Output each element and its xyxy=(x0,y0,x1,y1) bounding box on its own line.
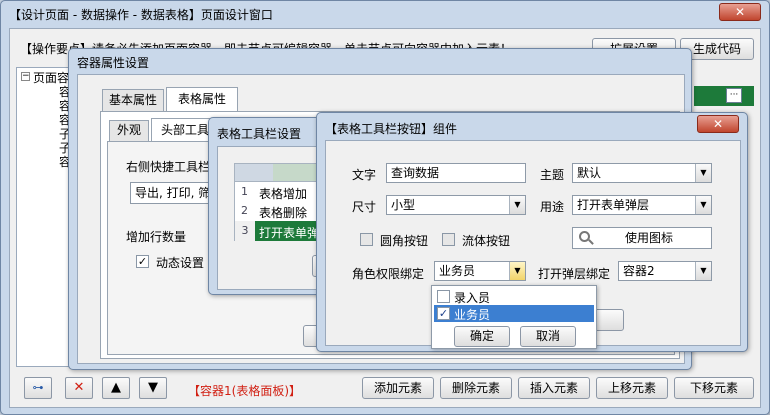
option-label-entry-clerk: 录入员 xyxy=(454,291,491,305)
subtab-appearance[interactable]: 外观 xyxy=(109,120,149,141)
tab-table-properties[interactable]: 表格属性 xyxy=(166,87,238,112)
delete-element-button[interactable]: 删除元素 xyxy=(440,377,512,399)
dynamic-setting-checkbox[interactable]: ✓ xyxy=(136,255,149,268)
role-select[interactable]: 业务员 ▼ xyxy=(434,261,526,281)
fluid-button-checkbox[interactable] xyxy=(442,233,455,246)
role-value: 业务员 xyxy=(439,264,476,278)
row-number: 1 xyxy=(241,185,248,198)
theme-label: 主题 xyxy=(540,168,565,182)
option-checkbox-salesperson[interactable]: ✓ xyxy=(437,307,450,320)
arrow-down-icon: ▼ xyxy=(148,380,158,395)
tree-expander[interactable]: − xyxy=(21,72,30,81)
size-value: 小型 xyxy=(391,198,416,212)
popup-binding-label: 打开弹层绑定 xyxy=(538,267,611,281)
toolbar-window-title: 表格工具栏设置 xyxy=(217,127,302,141)
delete-node-button[interactable]: ✕ xyxy=(65,377,93,399)
size-label: 尺寸 xyxy=(352,200,377,214)
option-checkbox-entry-clerk[interactable] xyxy=(437,290,450,303)
dynamic-setting-label: 动态设置 xyxy=(156,256,205,270)
popup-select[interactable]: 容器2 ▼ xyxy=(618,261,712,281)
theme-value: 默认 xyxy=(577,166,602,180)
dropdown-ok-button[interactable]: 确定 xyxy=(454,326,510,347)
move-up-button[interactable]: ▲ xyxy=(102,377,130,399)
row-number: 2 xyxy=(241,204,248,217)
use-icon-label: 使用图标 xyxy=(625,231,674,245)
rounded-button-checkbox[interactable] xyxy=(360,233,373,246)
more-options-button[interactable]: ··· xyxy=(726,88,742,103)
chevron-down-icon[interactable]: ▼ xyxy=(695,262,711,280)
rounded-button-label: 圆角按钮 xyxy=(380,234,429,248)
delete-x-icon: ✕ xyxy=(73,380,85,395)
tab-basic-properties[interactable]: 基本属性 xyxy=(102,89,164,111)
search-icon-handle xyxy=(588,239,594,245)
text-input[interactable]: 查询数据 xyxy=(386,163,526,183)
role-binding-label: 角色权限绑定 xyxy=(352,267,425,281)
move-up-element-button[interactable]: 上移元素 xyxy=(596,377,668,399)
add-element-button[interactable]: 添加元素 xyxy=(362,377,434,399)
purpose-select[interactable]: 打开表单弹层 ▼ xyxy=(572,195,712,215)
add-row-count-label: 增加行数量 xyxy=(126,230,187,244)
size-select[interactable]: 小型 ▼ xyxy=(386,195,526,215)
main-close-button[interactable]: ✕ xyxy=(719,3,761,21)
chevron-down-icon[interactable]: ▼ xyxy=(695,196,711,214)
chevron-down-icon[interactable]: ▼ xyxy=(695,164,711,182)
component-close-button[interactable]: ✕ xyxy=(697,115,739,133)
popup-value: 容器2 xyxy=(623,264,655,278)
move-down-button[interactable]: ▼ xyxy=(139,377,167,399)
role-dropdown-panel: 录入员 ✓ 业务员 确定 取消 xyxy=(431,285,597,349)
list-item-selected[interactable]: ✓ 业务员 xyxy=(434,305,594,322)
component-window-title: 【表格工具栏按钮】组件 xyxy=(325,122,458,136)
theme-select[interactable]: 默认 ▼ xyxy=(572,163,712,183)
fluid-button-label: 流体按钮 xyxy=(462,234,511,248)
tree-add-button[interactable]: ⊶ xyxy=(24,377,52,399)
container-window-title: 容器属性设置 xyxy=(77,56,150,70)
row-number: 3 xyxy=(235,221,255,241)
insert-element-button[interactable]: 插入元素 xyxy=(518,377,590,399)
purpose-value: 打开表单弹层 xyxy=(577,198,650,212)
dropdown-cancel-button[interactable]: 取消 xyxy=(520,326,576,347)
move-down-element-button[interactable]: 下移元素 xyxy=(674,377,754,399)
row-text: 表格增加 xyxy=(259,187,308,201)
chevron-down-icon[interactable]: ▼ xyxy=(509,262,525,280)
current-container-label: 【容器1(表格面板)】 xyxy=(188,384,301,398)
row-text: 表格删除 xyxy=(259,206,308,220)
tree-node-icon: ⊶ xyxy=(32,381,44,394)
chevron-down-icon[interactable]: ▼ xyxy=(509,196,525,214)
use-icon-button[interactable]: 使用图标 xyxy=(572,227,712,249)
quick-toolbar-label: 右侧快捷工具栏 xyxy=(126,160,211,174)
arrow-up-icon: ▲ xyxy=(111,380,121,395)
purpose-label: 用途 xyxy=(540,200,565,214)
main-window-title: 【设计页面 - 数据操作 - 数据表格】页面设计窗口 xyxy=(9,8,273,22)
option-label-salesperson: 业务员 xyxy=(454,308,491,322)
right-panel-selected-row xyxy=(694,86,754,106)
close-icon: ✕ xyxy=(712,117,724,131)
close-icon: ✕ xyxy=(734,5,746,19)
text-label: 文字 xyxy=(352,168,377,182)
list-item[interactable]: 录入员 xyxy=(434,288,594,305)
